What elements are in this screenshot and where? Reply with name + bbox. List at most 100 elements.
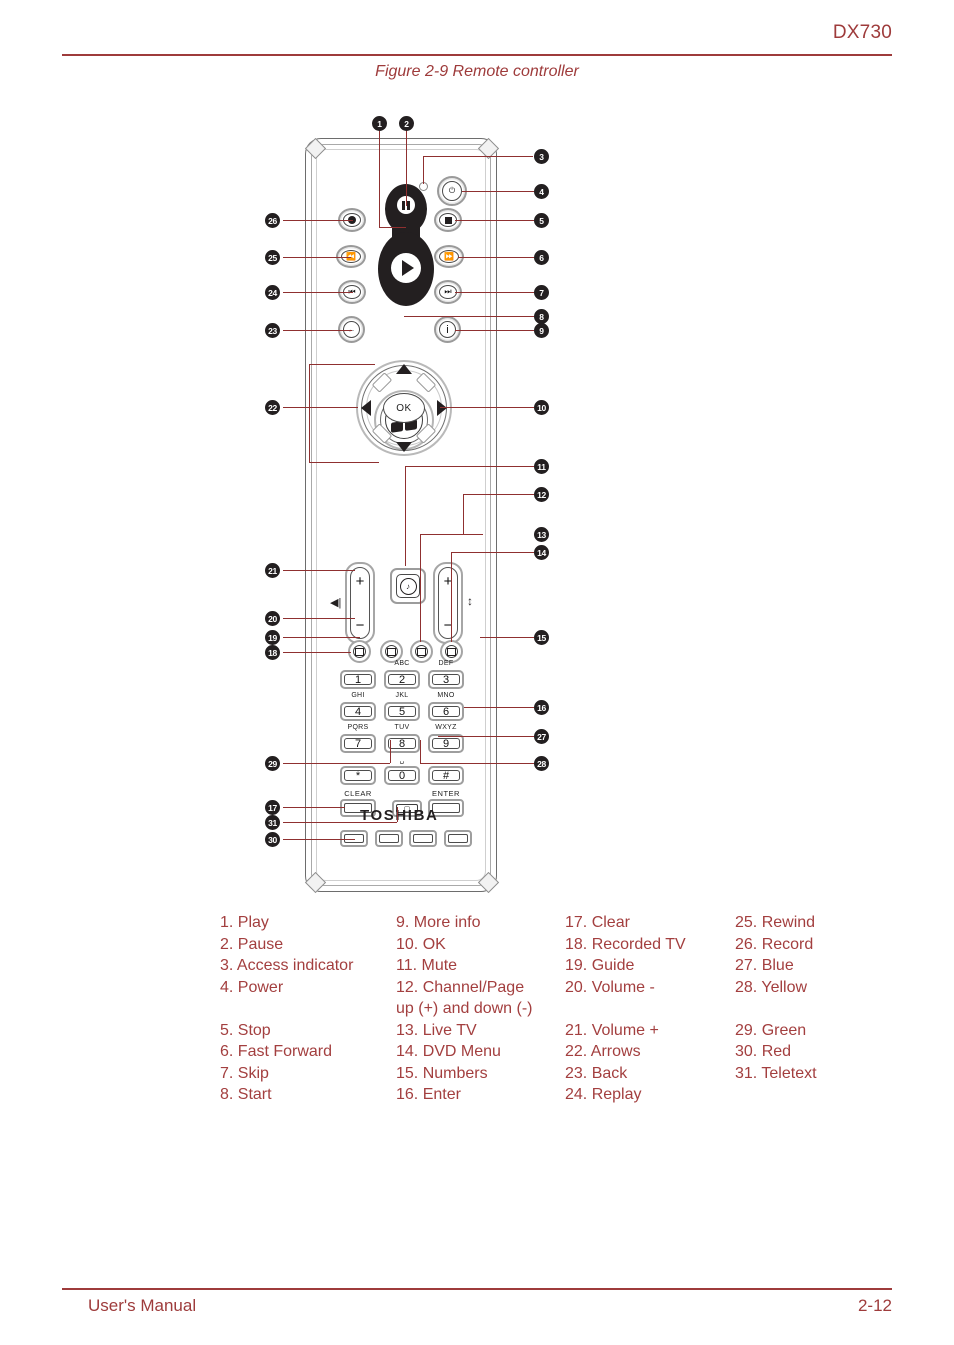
legend-column-2: 9. More info 10. OK 11. Mute 12. Channel…	[396, 912, 561, 1106]
recorded-tv-icon	[353, 645, 366, 658]
figure-caption: Figure 2-9 Remote controller	[375, 63, 579, 80]
legend-item: 26. Record	[735, 935, 814, 953]
legend-item: 2. Pause	[220, 935, 284, 953]
legend-item: 14. DVD Menu	[396, 1043, 501, 1060]
leader-1b	[379, 227, 406, 229]
callout-7: 7	[534, 285, 549, 300]
key-letters-7: PQRS	[347, 724, 369, 731]
key-3[interactable]: 3	[428, 670, 464, 689]
header-rule	[62, 54, 892, 56]
recorded-tv-button[interactable]	[348, 640, 371, 663]
leader-19	[283, 637, 360, 639]
legend-item: 19. Guide	[565, 957, 635, 974]
leader-12c	[463, 534, 483, 536]
channel-up-label[interactable]: +	[435, 574, 461, 589]
speaker-icon: ◀|	[330, 597, 342, 609]
callout-21: 21	[265, 563, 280, 578]
volume-rocker[interactable]: + −	[345, 562, 375, 644]
leader-30	[283, 839, 355, 841]
arrow-up-icon[interactable]	[396, 364, 412, 374]
legend-spacer	[220, 998, 390, 1020]
leader-23	[283, 330, 352, 332]
callout-3: 3	[534, 149, 549, 164]
key-letters-6: MNO	[437, 692, 455, 699]
legend-item: 18. Recorded TV	[565, 935, 686, 953]
legend-item: 8. Start	[220, 1086, 272, 1103]
callout-28: 28	[534, 756, 549, 771]
leader-10	[440, 407, 534, 409]
blue-button[interactable]	[444, 830, 472, 847]
remote-controller-figure: ⏻ ⏪ ⏩ ⏮ ⏭ ← i	[0, 100, 954, 900]
callout-5: 5	[534, 213, 549, 228]
legend-item: 24. Replay	[565, 1086, 642, 1103]
callout-30: 30	[265, 832, 280, 847]
leader-8	[404, 316, 534, 318]
play-icon[interactable]	[391, 253, 421, 283]
leader-22c	[309, 364, 375, 366]
callout-8: 8	[534, 309, 549, 324]
leader-13	[420, 534, 463, 536]
key-letters-8: TUV	[394, 724, 410, 731]
key-1[interactable]: 1	[340, 670, 376, 689]
manual-page: DX730 Figure 2-9 Remote controller ⏻ ⏪ ⏩…	[0, 0, 954, 1345]
key-letters-9: WXYZ	[435, 724, 457, 731]
leader-31	[283, 822, 397, 824]
key-5[interactable]: 5	[384, 702, 420, 721]
leader-21	[283, 570, 355, 572]
key-hash[interactable]: #	[428, 766, 464, 785]
legend-item: 23. Back	[565, 1064, 628, 1082]
numeric-keypad[interactable]: ABC DEF 1 2 3 GHI JKL MNO 4 5 6 PQRS TUV…	[340, 660, 464, 788]
footer-manual-label: User's Manual	[88, 1296, 197, 1315]
key-2[interactable]: 2	[384, 670, 420, 689]
leader-28	[420, 763, 534, 765]
info-icon: i	[439, 321, 456, 338]
leader-11	[405, 466, 534, 468]
page-header-model: DX730	[832, 22, 892, 43]
channel-down-label[interactable]: −	[435, 618, 461, 633]
legend-item: 9. More info	[396, 914, 481, 931]
legend-item-cont: up (+) and down (-)	[396, 1000, 533, 1017]
volume-down-label[interactable]: −	[347, 618, 373, 633]
callout-14: 14	[534, 545, 549, 560]
yellow-button[interactable]	[409, 830, 437, 847]
leader-14b	[451, 552, 453, 642]
arrow-down-icon[interactable]	[396, 442, 412, 452]
leader-11b	[405, 466, 407, 566]
legend-item: 31. Teletext	[735, 1064, 817, 1082]
dpad[interactable]: OK	[356, 360, 452, 456]
legend-spacer	[735, 1084, 895, 1106]
callout-11: 11	[534, 459, 549, 474]
callout-27: 27	[534, 729, 549, 744]
green-button[interactable]	[375, 830, 403, 847]
legend-item: 3. Access indicator	[220, 957, 354, 974]
footer-page-number: 2-12	[857, 1296, 892, 1315]
leader-7	[455, 292, 534, 294]
ok-button[interactable]: OK	[383, 393, 425, 423]
legend-item: 28. Yellow	[735, 978, 808, 996]
key-letters-2: ABC	[394, 660, 410, 667]
leader-6	[458, 257, 534, 259]
key-asterisk[interactable]: *	[340, 766, 376, 785]
volume-up-label[interactable]: +	[347, 574, 373, 589]
key-4[interactable]: 4	[340, 702, 376, 721]
callout-29: 29	[265, 756, 280, 771]
key-6[interactable]: 6	[428, 702, 464, 721]
channel-rocker[interactable]: + −	[433, 562, 463, 644]
key-letters-4: GHI	[351, 692, 365, 699]
key-0[interactable]: 0	[384, 766, 420, 785]
callout-17: 17	[265, 800, 280, 815]
legend-item: 29. Green	[735, 1021, 807, 1039]
leader-9	[455, 330, 534, 332]
leader-14	[451, 552, 534, 554]
legend-item: 15. Numbers	[396, 1064, 488, 1082]
leader-5	[455, 220, 534, 222]
key-7[interactable]: 7	[340, 734, 376, 753]
enter-label: ENTER	[432, 789, 460, 798]
dvd-menu-icon	[445, 645, 458, 658]
leader-22d	[309, 407, 358, 409]
leader-27	[438, 736, 534, 738]
arrow-left-icon[interactable]	[361, 400, 371, 416]
legend-item: 27. Blue	[735, 957, 794, 974]
leader-1	[379, 124, 381, 228]
callout-15: 15	[534, 630, 549, 645]
